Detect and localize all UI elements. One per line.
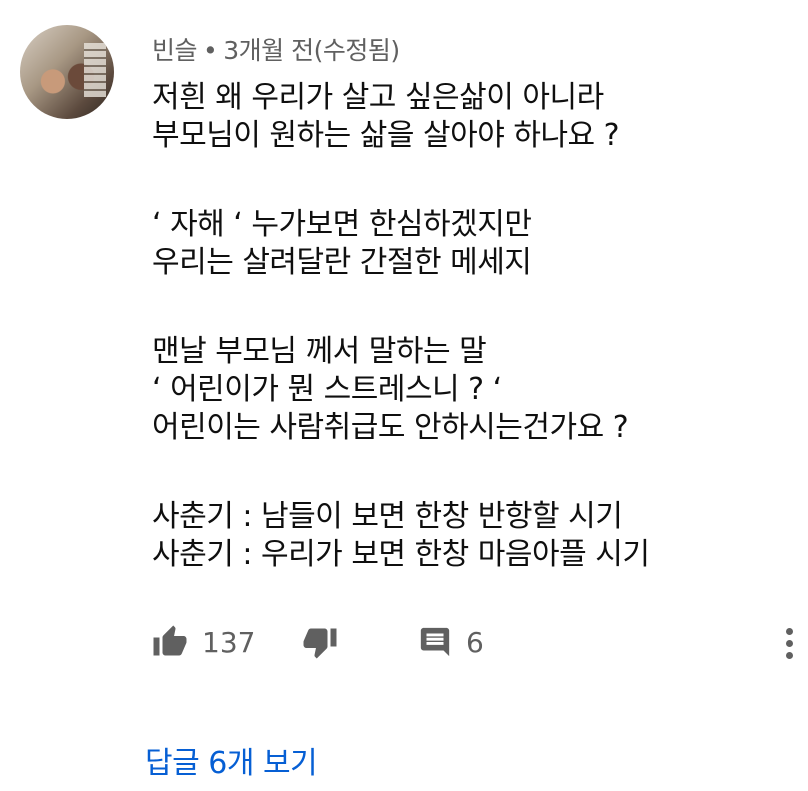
avatar[interactable]	[20, 25, 114, 119]
view-replies-link[interactable]: 답글 6개 보기	[145, 738, 318, 782]
thumbs-down-icon	[303, 628, 337, 659]
reply-count: 6	[466, 625, 484, 659]
comment-body: 저흰 왜 우리가 살고 싶은삶이 아니라 부모님이 원하는 삶을 살아야 하나요…	[152, 79, 772, 574]
timestamp[interactable]: 3개월 전(수정됨)	[223, 36, 400, 65]
more-options-button[interactable]	[782, 628, 796, 662]
comment-line: 사춘기 : 우리가 보면 한창 마음아플 시기	[152, 537, 650, 572]
like-count: 137	[202, 625, 256, 659]
comment-line: 맨날 부모님 께서 말하는 말	[152, 334, 487, 369]
comment-line: 사춘기 : 남들이 보면 한창 반항할 시기	[152, 499, 623, 534]
comment-action-bar: 137 6	[152, 620, 802, 664]
comment-line: ‘ 자해 ‘ 누가보면 한심하겠지만	[152, 207, 532, 242]
comment-line: 어린이는 사람취급도 안하시는건가요 ?	[152, 410, 629, 445]
reply-button[interactable]: 6	[418, 620, 484, 664]
dislike-button[interactable]	[302, 620, 338, 664]
comment-line: 우리는 살려달란 간절한 메세지	[152, 245, 532, 280]
comment-icon	[420, 627, 450, 657]
separator-dot: •	[203, 36, 218, 65]
comment-line: ‘ 어린이가 뭔 스트레스니 ? ‘	[152, 372, 502, 407]
comment-header: 빈슬 • 3개월 전(수정됨)	[152, 31, 400, 67]
author-name[interactable]: 빈슬	[152, 36, 198, 65]
thumbs-up-icon	[153, 625, 187, 656]
more-vert-icon	[782, 628, 796, 659]
like-button[interactable]: 137	[152, 620, 255, 664]
comment-line: 저흰 왜 우리가 살고 싶은삶이 아니라	[152, 80, 604, 115]
comment-line: 부모님이 원하는 삶을 살아야 하나요 ?	[152, 118, 620, 153]
avatar-background-detail	[84, 43, 106, 97]
